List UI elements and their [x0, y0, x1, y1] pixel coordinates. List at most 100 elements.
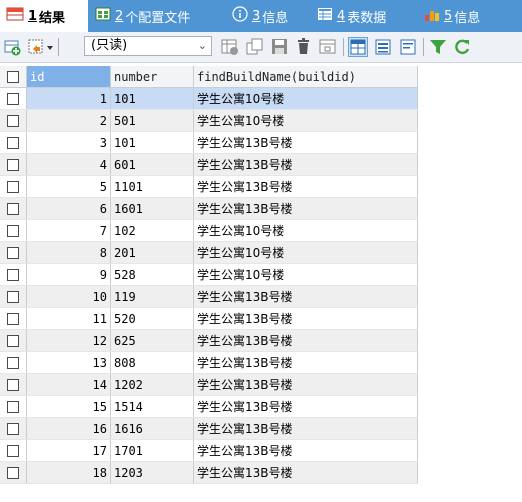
read-only-mode-select[interactable]: (只读) ⌄: [84, 36, 212, 56]
checkbox[interactable]: [7, 401, 19, 413]
tab-info[interactable]: 3 信息: [232, 0, 288, 32]
table-row[interactable]: 9 528 学生公寓10号楼: [0, 263, 418, 286]
cell-id[interactable]: 7: [26, 219, 111, 242]
row-checkbox-cell[interactable]: [0, 417, 27, 440]
cell-buildname[interactable]: 学生公寓13B号楼: [193, 197, 418, 220]
cell-buildname[interactable]: 学生公寓10号楼: [193, 263, 418, 286]
tab-info-2[interactable]: 5 信息: [424, 0, 480, 32]
cell-buildname[interactable]: 学生公寓13B号楼: [193, 175, 418, 198]
table-row[interactable]: 14 1202 学生公寓13B号楼: [0, 373, 418, 396]
row-checkbox-cell[interactable]: [0, 395, 27, 418]
table-row[interactable]: 7 102 学生公寓10号楼: [0, 219, 418, 242]
cell-buildname[interactable]: 学生公寓10号楼: [193, 241, 418, 264]
cell-id[interactable]: 4: [26, 153, 111, 176]
table-row[interactable]: 10 119 学生公寓13B号楼: [0, 285, 418, 308]
cell-number[interactable]: 1514: [110, 395, 194, 418]
table-row[interactable]: 16 1616 学生公寓13B号楼: [0, 417, 418, 440]
checkbox[interactable]: [7, 137, 19, 149]
refresh-icon[interactable]: [453, 38, 471, 56]
checkbox[interactable]: [7, 159, 19, 171]
checkbox[interactable]: [7, 313, 19, 325]
export-dropdown-icon[interactable]: [28, 38, 54, 56]
cell-number[interactable]: 528: [110, 263, 194, 286]
cell-buildname[interactable]: 学生公寓13B号楼: [193, 417, 418, 440]
checkbox[interactable]: [7, 445, 19, 457]
checkbox[interactable]: [7, 93, 19, 105]
cell-id[interactable]: 17: [26, 439, 111, 462]
cell-number[interactable]: 808: [110, 351, 194, 374]
row-checkbox-cell[interactable]: [0, 285, 27, 308]
checkbox[interactable]: [7, 247, 19, 259]
row-checkbox-cell[interactable]: [0, 241, 27, 264]
table-row[interactable]: 15 1514 学生公寓13B号楼: [0, 395, 418, 418]
checkbox[interactable]: [7, 115, 19, 127]
cell-buildname[interactable]: 学生公寓13B号楼: [193, 307, 418, 330]
cell-buildname[interactable]: 学生公寓10号楼: [193, 87, 418, 110]
cell-buildname[interactable]: 学生公寓13B号楼: [193, 351, 418, 374]
row-checkbox-cell[interactable]: [0, 131, 27, 154]
table-row[interactable]: 5 1101 学生公寓13B号楼: [0, 175, 418, 198]
table-row[interactable]: 12 625 学生公寓13B号楼: [0, 329, 418, 352]
cell-number[interactable]: 119: [110, 285, 194, 308]
column-header-id[interactable]: id: [26, 66, 111, 88]
cell-number[interactable]: 201: [110, 241, 194, 264]
refresh-grid-icon[interactable]: [319, 38, 337, 56]
table-row[interactable]: 17 1701 学生公寓13B号楼: [0, 439, 418, 462]
cell-buildname[interactable]: 学生公寓13B号楼: [193, 153, 418, 176]
checkbox[interactable]: [7, 71, 19, 83]
cell-buildname[interactable]: 学生公寓13B号楼: [193, 373, 418, 396]
cell-number[interactable]: 520: [110, 307, 194, 330]
checkbox[interactable]: [7, 291, 19, 303]
cell-buildname[interactable]: 学生公寓13B号楼: [193, 285, 418, 308]
cell-id[interactable]: 2: [26, 109, 111, 132]
row-checkbox-cell[interactable]: [0, 329, 27, 352]
row-checkbox-cell[interactable]: [0, 87, 27, 110]
cell-buildname[interactable]: 学生公寓10号楼: [193, 219, 418, 242]
cell-id[interactable]: 15: [26, 395, 111, 418]
cell-id[interactable]: 8: [26, 241, 111, 264]
cell-number[interactable]: 1601: [110, 197, 194, 220]
cell-number[interactable]: 102: [110, 219, 194, 242]
checkbox[interactable]: [7, 225, 19, 237]
cell-number[interactable]: 1203: [110, 461, 194, 484]
select-all-checkbox-cell[interactable]: [0, 66, 27, 88]
tab-results[interactable]: 1 结果: [0, 0, 88, 32]
filter-icon[interactable]: [429, 38, 447, 56]
checkbox[interactable]: [7, 181, 19, 193]
column-header-number[interactable]: number: [110, 66, 194, 88]
cell-id[interactable]: 18: [26, 461, 111, 484]
checkbox[interactable]: [7, 269, 19, 281]
add-row-icon[interactable]: [4, 38, 22, 56]
cell-number[interactable]: 1101: [110, 175, 194, 198]
cell-buildname[interactable]: 学生公寓13B号楼: [193, 439, 418, 462]
cell-number[interactable]: 625: [110, 329, 194, 352]
checkbox[interactable]: [7, 335, 19, 347]
table-row[interactable]: 2 501 学生公寓10号楼: [0, 109, 418, 132]
row-checkbox-cell[interactable]: [0, 197, 27, 220]
table-row[interactable]: 13 808 学生公寓13B号楼: [0, 351, 418, 374]
delete-icon[interactable]: [295, 38, 313, 56]
tab-profiles[interactable]: 2 个配置文件: [95, 0, 190, 32]
cell-id[interactable]: 11: [26, 307, 111, 330]
table-row[interactable]: 11 520 学生公寓13B号楼: [0, 307, 418, 330]
cell-number[interactable]: 501: [110, 109, 194, 132]
row-checkbox-cell[interactable]: [0, 219, 27, 242]
checkbox[interactable]: [7, 357, 19, 369]
table-row[interactable]: 4 601 学生公寓13B号楼: [0, 153, 418, 176]
cell-buildname[interactable]: 学生公寓10号楼: [193, 109, 418, 132]
cell-id[interactable]: 5: [26, 175, 111, 198]
column-header-buildname[interactable]: findBuildName(buildid): [193, 66, 418, 88]
cell-id[interactable]: 14: [26, 373, 111, 396]
cell-id[interactable]: 1: [26, 87, 111, 110]
row-checkbox-cell[interactable]: [0, 439, 27, 462]
form-view-icon[interactable]: [374, 38, 392, 56]
row-checkbox-cell[interactable]: [0, 351, 27, 374]
table-row[interactable]: 18 1203 学生公寓13B号楼: [0, 461, 418, 484]
edit-grid-icon[interactable]: [221, 38, 239, 56]
checkbox[interactable]: [7, 379, 19, 391]
cell-buildname[interactable]: 学生公寓13B号楼: [193, 461, 418, 484]
cell-id[interactable]: 12: [26, 329, 111, 352]
row-checkbox-cell[interactable]: [0, 175, 27, 198]
cell-number[interactable]: 101: [110, 131, 194, 154]
cell-number[interactable]: 601: [110, 153, 194, 176]
